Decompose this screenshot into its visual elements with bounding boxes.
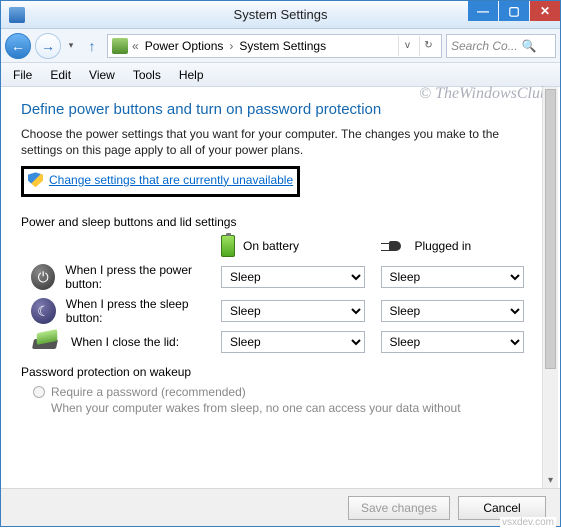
power-button-battery-select[interactable]: Sleep [221,266,365,288]
shield-icon [28,172,43,187]
row-close-lid: When I close the lid: Sleep Sleep [21,331,540,353]
breadcrumb[interactable]: « Power Options › System Settings v ↻ [107,34,442,58]
require-password-label: Require a password (recommended) [51,385,246,399]
battery-icon [221,235,235,257]
breadcrumb-prefix-icon: « [132,39,139,53]
row-sleep-button: ☾ When I press the sleep button: Sleep S… [21,297,540,325]
back-button[interactable]: ← [5,33,31,59]
maximize-button[interactable]: ▢ [499,1,529,21]
column-on-battery: On battery [221,235,381,257]
power-button-plugged-select[interactable]: Sleep [381,266,525,288]
breadcrumb-item[interactable]: System Settings [237,39,328,53]
vertical-scrollbar[interactable]: ▴ ▾ [542,87,558,488]
control-panel-icon [112,38,128,54]
source-tag: vsxdev.com [500,517,556,528]
menu-edit[interactable]: Edit [42,66,79,84]
address-bar: ← → ▾ ↑ « Power Options › System Setting… [1,29,560,63]
close-lid-label: When I close the lid: [71,335,179,349]
plug-icon [381,239,407,253]
highlight-box: Change settings that are currently unava… [21,166,300,197]
power-icon: ⏻ [31,264,55,290]
footer: Save changes Cancel [1,488,560,526]
breadcrumb-item[interactable]: Power Options [143,39,226,53]
address-dropdown-icon[interactable]: v [398,36,416,56]
sleep-button-plugged-select[interactable]: Sleep [381,300,525,322]
refresh-icon[interactable]: ↻ [419,36,437,56]
column-plugged-in: Plugged in [381,235,541,257]
plugged-in-label: Plugged in [415,239,472,253]
row-power-button: ⏻ When I press the power button: Sleep S… [21,263,540,291]
search-placeholder: Search Co... [451,39,518,53]
window-buttons: — ▢ ✕ [468,1,560,21]
sleep-icon: ☾ [31,298,56,324]
menu-tools[interactable]: Tools [125,66,169,84]
require-password-row: Require a password (recommended) [33,385,540,399]
page-heading: Define power buttons and turn on passwor… [21,101,540,118]
scroll-down-icon[interactable]: ▾ [543,472,558,488]
require-password-note: When your computer wakes from sleep, no … [51,401,540,417]
lid-icon [31,331,61,353]
forward-button[interactable]: → [35,33,61,59]
change-settings-link[interactable]: Change settings that are currently unava… [49,173,293,187]
close-lid-battery-select[interactable]: Sleep [221,331,365,353]
sleep-button-label: When I press the sleep button: [66,297,221,325]
sleep-button-battery-select[interactable]: Sleep [221,300,365,322]
scroll-thumb[interactable] [545,89,556,369]
menu-bar: File Edit View Tools Help [1,63,560,87]
power-button-label: When I press the power button: [65,263,221,291]
search-icon: 🔍 [522,39,537,53]
on-battery-label: On battery [243,239,299,253]
page-description: Choose the power settings that you want … [21,126,540,158]
minimize-button[interactable]: — [468,1,498,21]
content-area: Define power buttons and turn on passwor… [1,87,560,488]
section-power-buttons-title: Power and sleep buttons and lid settings [21,215,540,229]
menu-view[interactable]: View [81,66,123,84]
up-button[interactable]: ↑ [81,35,103,57]
close-button[interactable]: ✕ [530,1,560,21]
titlebar: System Settings — ▢ ✕ [1,1,560,29]
require-password-radio [33,386,45,398]
cancel-button[interactable]: Cancel [458,496,546,520]
close-lid-plugged-select[interactable]: Sleep [381,331,525,353]
app-icon [9,7,25,23]
section-password: Password protection on wakeup Require a … [21,365,540,417]
history-dropdown-icon[interactable]: ▾ [65,40,77,51]
menu-help[interactable]: Help [171,66,212,84]
menu-file[interactable]: File [5,66,40,84]
power-settings-table: On battery Plugged in ⏻ When I press the… [21,235,540,353]
section-password-title: Password protection on wakeup [21,365,540,379]
save-changes-button[interactable]: Save changes [348,496,450,520]
chevron-right-icon: › [229,39,233,53]
search-input[interactable]: Search Co... 🔍 [446,34,556,58]
